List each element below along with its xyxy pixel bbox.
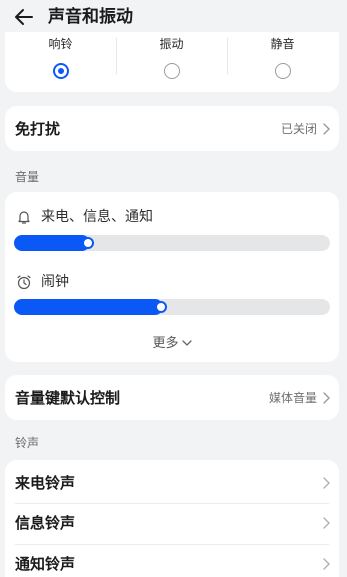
chevron-right-icon (323, 123, 330, 135)
slider-thumb[interactable] (155, 301, 167, 313)
mode-label: 静音 (270, 37, 295, 51)
page-title: 声音和振动 (48, 7, 133, 27)
ringtone-item-message[interactable]: 信息铃声 (5, 504, 339, 544)
ringtone-label: 来电铃声 (15, 474, 76, 492)
mode-label: 响铃 (48, 37, 73, 51)
app-header: 声音和振动 (0, 0, 347, 34)
more-button[interactable]: 更多 (5, 336, 339, 352)
volume-key-value: 媒体音量 (268, 391, 317, 405)
chevron-right-icon (323, 558, 330, 570)
arrow-left-icon[interactable] (13, 6, 35, 28)
ringtone-label: 信息铃声 (15, 514, 76, 532)
volume-section-label: 音量 (15, 170, 40, 184)
slider-thumb[interactable] (82, 237, 94, 249)
mode-vibrate-radio[interactable] (163, 63, 180, 79)
dnd-value: 已关闭 (280, 122, 317, 136)
mode-ring[interactable]: 响铃 (5, 32, 116, 92)
volume-label-ringer: 来电、信息、通知 (41, 209, 153, 225)
slider-fill (14, 299, 163, 315)
ringtone-label: 通知铃声 (15, 555, 76, 573)
slider-fill (14, 235, 90, 251)
ringtone-item-notification[interactable]: 通知铃声 (5, 545, 339, 577)
bell-icon (18, 211, 30, 224)
chevron-right-icon (323, 477, 330, 489)
sound-mode-card: 响铃 振动 静音 (5, 32, 339, 92)
dnd-label: 免打扰 (15, 120, 61, 138)
volume-card: 来电、信息、通知 闹钟 更多 (5, 192, 339, 362)
mode-ring-radio[interactable] (52, 63, 69, 79)
chevron-right-icon (323, 517, 330, 529)
alarm-volume-slider[interactable] (14, 299, 330, 315)
ringtone-item-call[interactable]: 来电铃声 (5, 463, 339, 503)
volume-key-row[interactable]: 音量键默认控制 媒体音量 (5, 375, 339, 420)
mode-label: 振动 (159, 37, 184, 51)
more-label: 更多 (152, 336, 179, 351)
ringtone-section-label: 铃声 (15, 436, 40, 450)
mode-vibrate[interactable]: 振动 (116, 32, 227, 92)
chevron-right-icon (323, 392, 330, 404)
mode-silent-radio[interactable] (274, 63, 291, 79)
mode-silent[interactable]: 静音 (227, 32, 338, 92)
volume-key-label: 音量键默认控制 (15, 389, 121, 407)
alarm-clock-icon (17, 275, 31, 290)
dnd-row[interactable]: 免打扰 已关闭 (5, 106, 339, 151)
chevron-down-icon (181, 340, 192, 346)
ringer-volume-slider[interactable] (14, 235, 330, 251)
ringtone-card: 来电铃声 信息铃声 通知铃声 (5, 460, 339, 577)
volume-label-alarm: 闹钟 (41, 274, 69, 290)
